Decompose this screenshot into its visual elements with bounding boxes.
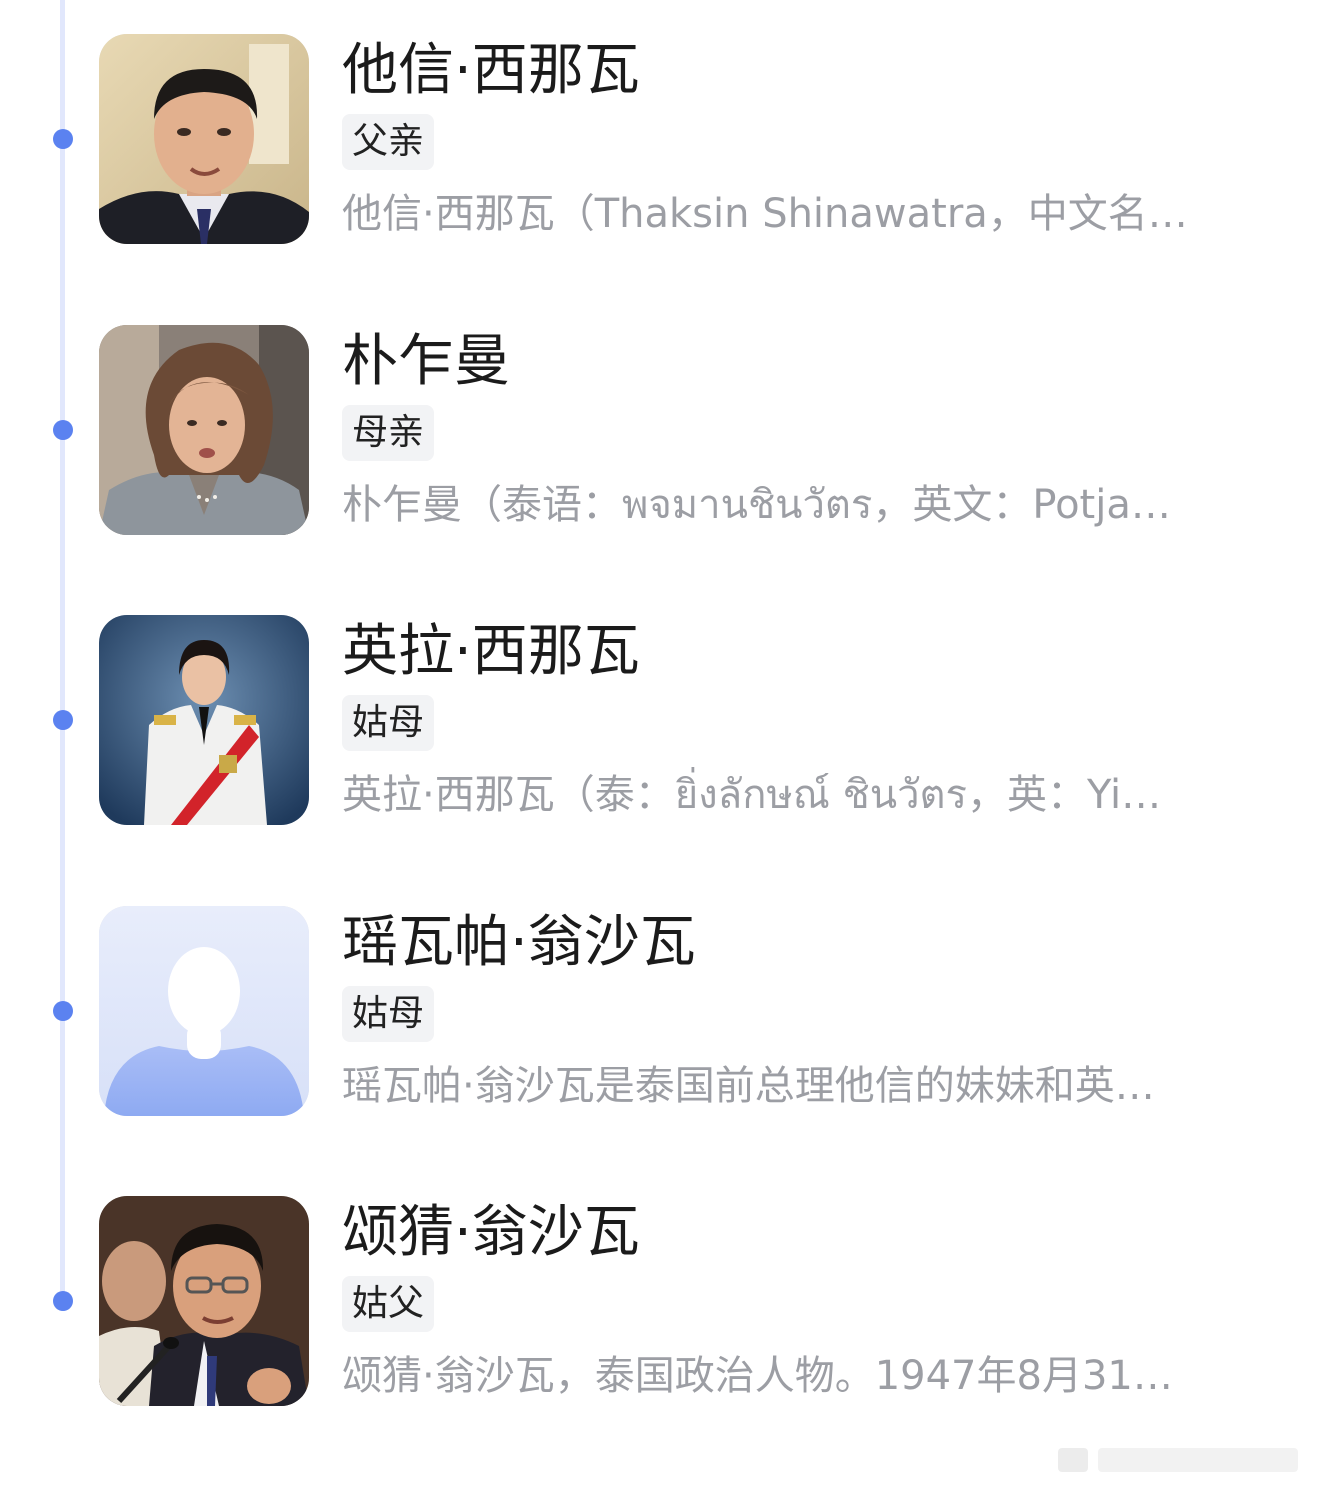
person-photo[interactable] [99, 34, 309, 244]
person-summary: 瑶瓦帕·翁沙瓦是泰国前总理他信的妹妹和英… [342, 1063, 1155, 1109]
relation-tag: 姑父 [342, 1276, 435, 1332]
timeline-dot [53, 710, 73, 730]
person-name[interactable]: 颂猜·翁沙瓦 [342, 1198, 640, 1268]
relation-tag: 父亲 [342, 114, 435, 170]
person-summary: 朴乍曼（泰语：พจมานชินวัตร，英文：Potja… [342, 482, 1171, 528]
person-summary: 英拉·西那瓦（泰：ยิ่งลักษณ์ ชินวัตร，英：Yi… [342, 772, 1162, 818]
watermark-logo [1058, 1448, 1298, 1472]
portrait-man-suit-image [99, 34, 309, 244]
portrait-man-glasses-image [99, 1196, 309, 1406]
relation-tag: 姑母 [342, 695, 435, 751]
person-photo[interactable] [99, 615, 309, 825]
default-avatar-icon [99, 906, 309, 1116]
timeline-dot [53, 129, 73, 149]
relation-item-uncle[interactable]: 颂猜·翁沙瓦 姑父 颂猜·翁沙瓦，泰国政治人物。1947年8月31… [0, 1196, 1320, 1416]
timeline-dot [53, 420, 73, 440]
person-photo[interactable] [99, 325, 309, 535]
person-name[interactable]: 他信·西那瓦 [342, 36, 640, 106]
person-photo[interactable] [99, 906, 309, 1116]
portrait-woman-white-uniform-image [99, 615, 309, 825]
person-photo[interactable] [99, 1196, 309, 1406]
relation-item-aunt-1[interactable]: 英拉·西那瓦 姑母 英拉·西那瓦（泰：ยิ่งลักษณ์ ชินวัตร，英：… [0, 615, 1320, 835]
timeline-dot [53, 1001, 73, 1021]
relation-tag: 姑母 [342, 986, 435, 1042]
person-summary: 他信·西那瓦（Thaksin Shinawatra，中文名… [342, 191, 1188, 237]
person-name[interactable]: 英拉·西那瓦 [342, 617, 640, 687]
timeline-dot [53, 1291, 73, 1311]
person-name[interactable]: 瑶瓦帕·翁沙瓦 [342, 908, 696, 978]
relation-item-aunt-2[interactable]: 瑶瓦帕·翁沙瓦 姑母 瑶瓦帕·翁沙瓦是泰国前总理他信的妹妹和英… [0, 906, 1320, 1126]
relation-item-father[interactable]: 他信·西那瓦 父亲 他信·西那瓦（Thaksin Shinawatra，中文名… [0, 34, 1320, 254]
portrait-woman-gray-suit-image [99, 325, 309, 535]
relation-item-mother[interactable]: 朴乍曼 母亲 朴乍曼（泰语：พจมานชินวัตร，英文：Potja… [0, 325, 1320, 545]
person-summary: 颂猜·翁沙瓦，泰国政治人物。1947年8月31… [342, 1353, 1173, 1399]
relation-tag: 母亲 [342, 405, 435, 461]
person-name[interactable]: 朴乍曼 [342, 327, 510, 397]
